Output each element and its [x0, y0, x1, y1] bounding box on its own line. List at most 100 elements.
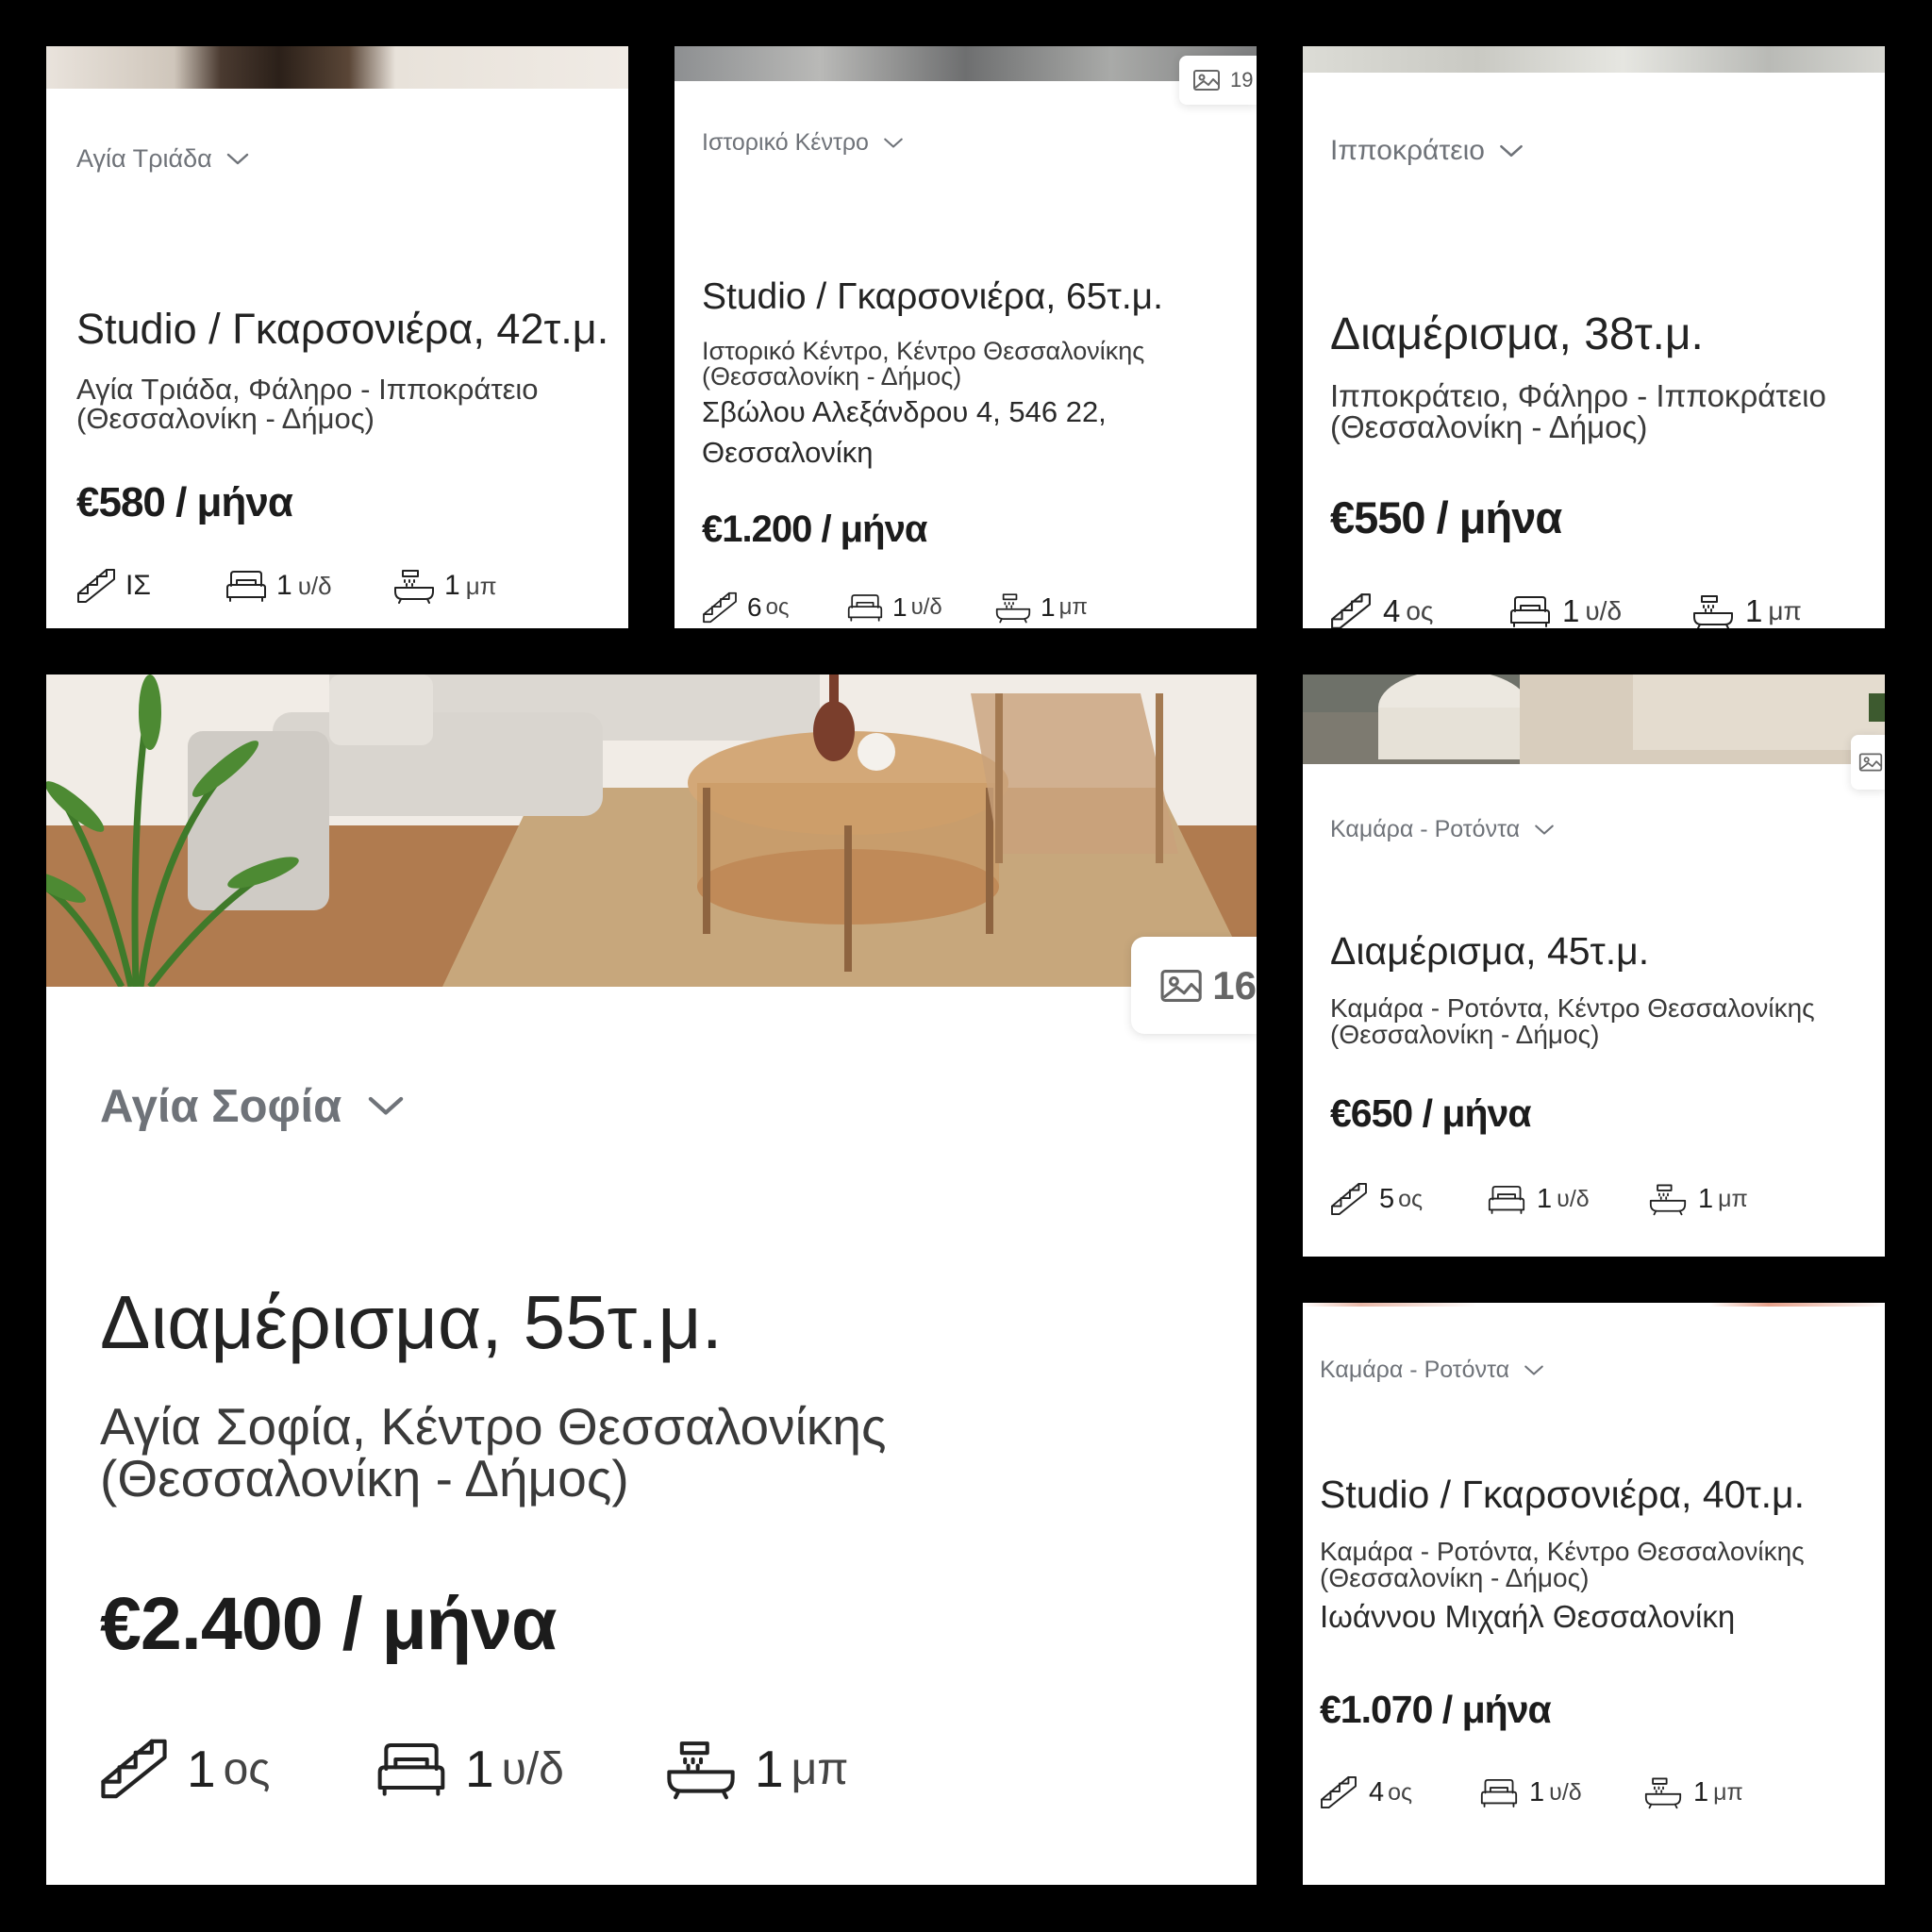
floor-feature: ΙΣ	[76, 568, 225, 604]
floor-feature: 6 ος	[702, 591, 847, 624]
features-row: 4 ος 1 υ/δ 1 μπ	[1330, 591, 1802, 628]
listing-title[interactable]: Studio / Γκαρσονιέρα, 40τ.μ.	[1320, 1473, 1805, 1517]
bathtub-icon	[1644, 1777, 1682, 1809]
listing-price: €1.070 / μήνα	[1320, 1688, 1552, 1731]
features-row: 1 ος 1 υ/δ 1 μπ	[100, 1736, 848, 1802]
floor-feature: 5 ος	[1330, 1182, 1488, 1216]
listing-address: Ιωάννου Μιχαήλ Θεσσαλονίκη	[1320, 1599, 1736, 1634]
bedrooms-feature: 1 υ/δ	[225, 569, 393, 603]
bathtub-icon	[1693, 595, 1733, 628]
features-row: 4 ος 1 υ/δ 1 μπ	[1320, 1774, 1743, 1810]
room-illustration	[1303, 675, 1885, 764]
stairs-icon	[1331, 593, 1371, 628]
photo-count-badge[interactable]	[1851, 735, 1885, 790]
listing-photo[interactable]	[46, 46, 628, 89]
listing-address: Σβώλου Αλεξάνδρου 4, 546 22, Θεσσαλονίκη	[702, 395, 1107, 470]
area-dropdown[interactable]: Ιστορικό Κέντρο	[702, 129, 905, 157]
features-row: ΙΣ 1 υ/δ 1 μπ	[76, 567, 497, 605]
image-icon	[1160, 969, 1202, 1002]
bed-icon	[1480, 1778, 1518, 1807]
listing-title[interactable]: Studio / Γκαρσονιέρα, 42τ.μ.	[76, 305, 608, 354]
photo-count: 19	[1230, 68, 1254, 92]
listing-location: Καμάρα - Ροτόντα, Κέντρο Θεσσαλονίκης (Θ…	[1330, 993, 1815, 1049]
bathrooms-unit: μπ	[1713, 1778, 1743, 1806]
bed-icon	[1510, 596, 1550, 627]
listing-photo[interactable]	[1303, 46, 1885, 73]
listing-card[interactable]: Αγία Τριάδα Studio / Γκαρσονιέρα, 42τ.μ.…	[46, 46, 628, 628]
bed-icon	[226, 571, 266, 602]
bedrooms-feature: 1 υ/δ	[376, 1739, 666, 1799]
bathrooms-unit: μπ	[1058, 594, 1088, 620]
bathrooms-feature: 1 μπ	[995, 591, 1088, 625]
bedrooms-unit: υ/δ	[297, 571, 332, 600]
bedrooms-unit: υ/δ	[910, 594, 942, 620]
floor-value: 6	[747, 592, 762, 622]
bedrooms-feature: 1 υ/δ	[847, 592, 995, 623]
photo-count: 16	[1212, 962, 1257, 1008]
bathrooms-feature: 1 μπ	[393, 567, 497, 605]
bathrooms-feature: 1 μπ	[1644, 1774, 1743, 1810]
bathtub-icon	[1649, 1184, 1687, 1216]
features-row: 6 ος 1 υ/δ 1 μπ	[702, 591, 1088, 625]
listing-card[interactable]: Καμάρα - Ροτόντα Studio / Γκαρσονιέρα, 4…	[1303, 1303, 1885, 1885]
area-label: Αγία Τριάδα	[76, 144, 212, 173]
listing-price: €550 / μήνα	[1330, 492, 1562, 542]
floor-feature: 4 ος	[1330, 592, 1509, 628]
listing-location: Καμάρα - Ροτόντα, Κέντρο Θεσσαλονίκης (Θ…	[1320, 1537, 1805, 1592]
area-dropdown[interactable]: Αγία Σοφία	[100, 1080, 406, 1133]
listing-title[interactable]: Διαμέρισμα, 55τ.μ.	[100, 1279, 723, 1366]
bathrooms-unit: μπ	[1718, 1185, 1748, 1212]
bedrooms-feature: 1 υ/δ	[1509, 593, 1692, 628]
chevron-down-icon	[884, 138, 903, 148]
area-dropdown[interactable]: Αγία Τριάδα	[76, 144, 250, 174]
bathrooms-value: 1	[1693, 1776, 1709, 1807]
stairs-icon	[703, 591, 737, 624]
stairs-icon	[101, 1739, 167, 1799]
chevron-down-icon	[369, 1096, 404, 1115]
listing-title[interactable]: Studio / Γκαρσονιέρα, 65τ.μ.	[702, 276, 1163, 318]
listing-price: €580 / μήνα	[76, 479, 293, 525]
floor-feature: 1 ος	[100, 1738, 376, 1800]
listing-photo[interactable]	[675, 46, 1257, 81]
area-dropdown[interactable]: Καμάρα - Ροτόντα	[1330, 816, 1556, 843]
floor-unit: ος	[1406, 596, 1434, 625]
bathrooms-unit: μπ	[1768, 596, 1802, 625]
listing-title[interactable]: Διαμέρισμα, 38τ.μ.	[1330, 308, 1704, 360]
area-label: Ιπποκράτειο	[1330, 135, 1485, 166]
bathrooms-feature: 1 μπ	[666, 1736, 848, 1802]
floor-value: 4	[1369, 1776, 1385, 1807]
bathrooms-unit: μπ	[791, 1743, 849, 1794]
bathrooms-feature: 1 μπ	[1692, 591, 1802, 628]
living-room-illustration	[46, 675, 1257, 987]
area-dropdown[interactable]: Ιπποκράτειο	[1330, 135, 1524, 167]
listing-card[interactable]: 19 Ιστορικό Κέντρο Studio / Γκαρσονιέρα,…	[675, 46, 1257, 628]
floor-unit: ος	[223, 1743, 271, 1794]
bedrooms-unit: υ/δ	[501, 1743, 564, 1794]
listing-location: Ιπποκράτειο, Φάληρο - Ιπποκράτειο (Θεσσα…	[1330, 378, 1826, 444]
bathrooms-value: 1	[1698, 1183, 1714, 1214]
listing-location: Ιστορικό Κέντρο, Κέντρο Θεσσαλονίκης (Θε…	[702, 337, 1145, 391]
listing-title[interactable]: Διαμέρισμα, 45τ.μ.	[1330, 929, 1649, 974]
listing-photo[interactable]	[1303, 675, 1885, 764]
listing-photo[interactable]	[1303, 1303, 1885, 1307]
stairs-icon	[1321, 1775, 1357, 1809]
floor-unit: ος	[1388, 1778, 1413, 1806]
floor-value: 5	[1379, 1183, 1395, 1214]
image-icon	[1193, 70, 1220, 91]
listing-card[interactable]: 16 Αγία Σοφία Διαμέρισμα, 55τ.μ. Αγία Σο…	[46, 675, 1257, 1885]
photo-count-badge[interactable]: 16	[1131, 937, 1257, 1034]
photo-count-badge[interactable]: 19	[1179, 56, 1257, 105]
listing-card[interactable]: Ιπποκράτειο Διαμέρισμα, 38τ.μ. Ιπποκράτε…	[1303, 46, 1885, 628]
bedrooms-value: 1	[1537, 1183, 1553, 1214]
listing-price: €650 / μήνα	[1330, 1091, 1532, 1135]
area-dropdown[interactable]: Καμάρα - Ροτόντα	[1320, 1357, 1545, 1384]
listing-location: Αγία Τριάδα, Φάληρο - Ιπποκράτειο (Θεσσα…	[76, 373, 539, 435]
bedrooms-feature: 1 υ/δ	[1488, 1184, 1649, 1215]
bathrooms-unit: μπ	[465, 571, 497, 600]
stairs-icon	[1331, 1182, 1367, 1216]
listing-card[interactable]: Καμάρα - Ροτόντα Διαμέρισμα, 45τ.μ. Καμά…	[1303, 675, 1885, 1257]
listing-photo[interactable]	[46, 675, 1257, 987]
bedrooms-value: 1	[892, 592, 908, 622]
bedrooms-feature: 1 υ/δ	[1480, 1777, 1644, 1808]
bed-icon	[377, 1743, 445, 1796]
